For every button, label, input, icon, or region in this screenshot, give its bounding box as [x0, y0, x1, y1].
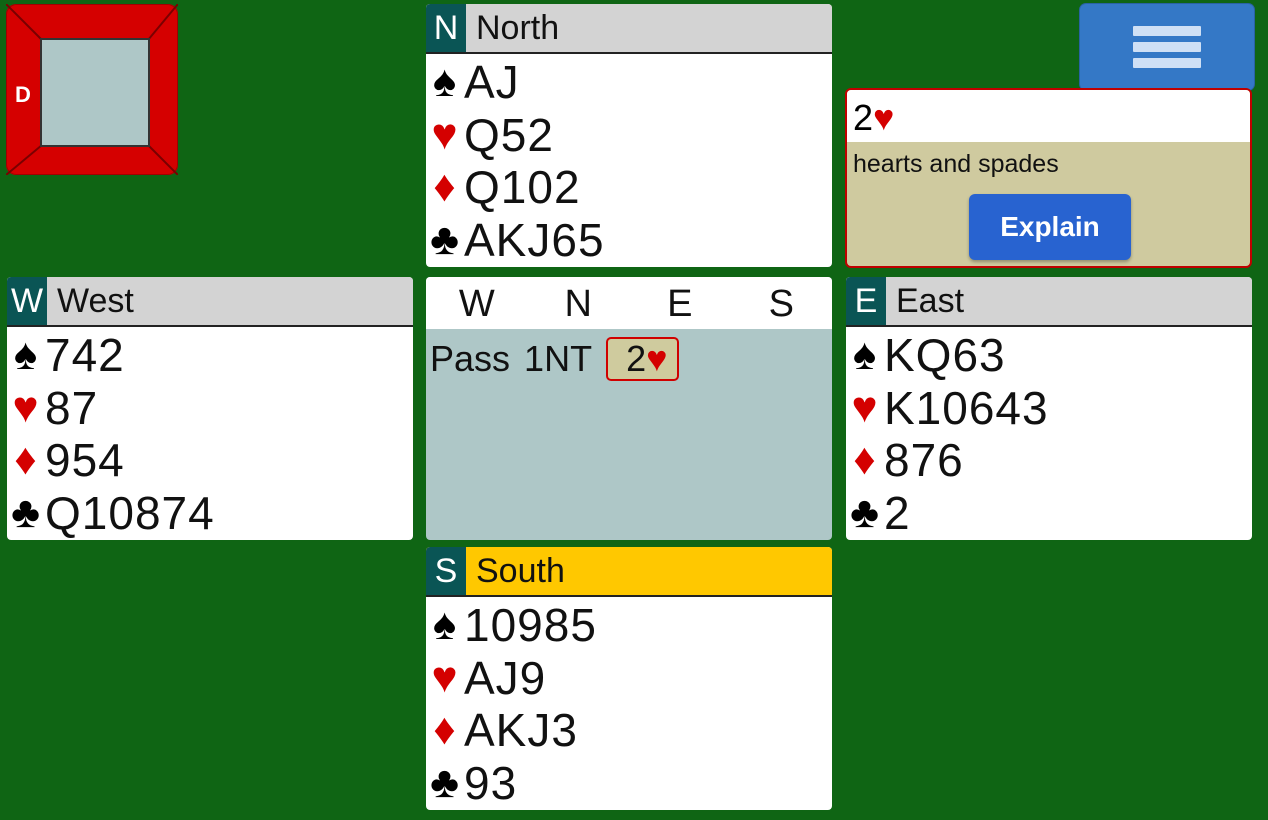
- heart-icon: ♥: [851, 382, 879, 432]
- auction-col-north: N: [564, 283, 592, 325]
- cards-clubs: Q10874: [45, 486, 215, 539]
- hand-south: S South ♠ 10985 ♥ AJ9 ♦ AKJ3 ♣ 93: [426, 547, 832, 810]
- heart-icon: ♥: [646, 338, 668, 379]
- cards-spades: 742: [45, 329, 125, 382]
- seat-letter: N: [426, 4, 466, 52]
- auction-header: W N E S: [426, 277, 832, 329]
- heart-icon: ♥: [431, 652, 459, 702]
- club-icon: ♣: [430, 757, 460, 807]
- hand-west: W West ♠ 742 ♥ 87 ♦ 954 ♣ Q10874: [7, 277, 413, 540]
- seat-letter: W: [7, 277, 47, 325]
- suit-row-hearts: ♥ Q52: [426, 109, 832, 162]
- auction-col-south: S: [768, 283, 794, 325]
- explain-button[interactable]: Explain: [969, 194, 1131, 260]
- selected-bid: 2♥: [847, 90, 1250, 142]
- bid-call[interactable]: 1NT: [524, 337, 592, 381]
- cards-diamonds: AKJ3: [464, 704, 578, 757]
- suit-row-clubs: ♣ 2: [846, 487, 1252, 540]
- board-indicator: D: [6, 4, 178, 175]
- auction-bids: Pass 1NT 2♥: [426, 329, 832, 381]
- suit-row-diamonds: ♦ 954: [7, 434, 413, 487]
- spade-icon: ♠: [432, 57, 458, 107]
- suit-row-spades: ♠ 742: [7, 329, 413, 382]
- cards-diamonds: 876: [884, 434, 964, 487]
- cards-clubs: 93: [464, 756, 518, 809]
- heart-icon: ♥: [12, 382, 40, 432]
- auction-col-east: E: [667, 283, 693, 325]
- hand-header-active: S South: [426, 547, 832, 597]
- suit-row-hearts: ♥ K10643: [846, 382, 1252, 435]
- cards-spades: KQ63: [884, 329, 1006, 382]
- suit-row-clubs: ♣ Q10874: [7, 487, 413, 540]
- cards-spades: 10985: [464, 599, 597, 652]
- suit-row-hearts: ♥ AJ9: [426, 652, 832, 705]
- cards-diamonds: 954: [45, 434, 125, 487]
- suit-row-spades: ♠ KQ63: [846, 329, 1252, 382]
- cards-diamonds: Q102: [464, 161, 581, 214]
- spade-icon: ♠: [852, 330, 878, 380]
- diamond-icon: ♦: [433, 705, 457, 755]
- hand-north: N North ♠ AJ ♥ Q52 ♦ Q102 ♣ AKJ65: [426, 4, 832, 267]
- cards-hearts: K10643: [884, 381, 1049, 434]
- hamburger-menu-icon: [1133, 20, 1201, 74]
- diamond-icon: ♦: [14, 435, 38, 485]
- bid-level: 2: [853, 97, 874, 138]
- suit-row-clubs: ♣ 93: [426, 757, 832, 810]
- spade-icon: ♠: [13, 330, 39, 380]
- bid-call[interactable]: Pass: [430, 337, 510, 381]
- menu-button[interactable]: [1080, 4, 1254, 90]
- suit-row-clubs: ♣ AKJ65: [426, 214, 832, 267]
- cards-hearts: AJ9: [464, 651, 547, 704]
- suit-row-diamonds: ♦ Q102: [426, 161, 832, 214]
- seat-name: South: [476, 551, 565, 590]
- bid-level: 2: [626, 338, 647, 379]
- cards-spades: AJ: [464, 56, 520, 109]
- seat-name: West: [57, 281, 134, 320]
- heart-icon: ♥: [873, 97, 895, 138]
- club-icon: ♣: [430, 214, 460, 264]
- seat-letter: S: [426, 547, 466, 595]
- dealer-marker: D: [15, 82, 31, 107]
- auction-col-west: W: [458, 283, 495, 325]
- suit-row-spades: ♠ 10985: [426, 599, 832, 652]
- suit-row-diamonds: ♦ AKJ3: [426, 704, 832, 757]
- hand-header: N North: [426, 4, 832, 54]
- hand-east: E East ♠ KQ63 ♥ K10643 ♦ 876 ♣ 2: [846, 277, 1252, 540]
- club-icon: ♣: [11, 487, 41, 537]
- suit-row-spades: ♠ AJ: [426, 56, 832, 109]
- heart-icon: ♥: [431, 109, 459, 159]
- diamond-icon: ♦: [853, 435, 877, 485]
- cards-clubs: 2: [884, 486, 911, 539]
- auction-box: W N E S Pass 1NT 2♥: [426, 277, 832, 540]
- seat-letter: E: [846, 277, 886, 325]
- spade-icon: ♠: [432, 600, 458, 650]
- bid-call-selected[interactable]: 2♥: [606, 337, 680, 381]
- club-icon: ♣: [850, 487, 880, 537]
- hand-header: W West: [7, 277, 413, 327]
- seat-name: North: [476, 8, 560, 47]
- cards-hearts: Q52: [464, 108, 554, 161]
- suit-row-diamonds: ♦ 876: [846, 434, 1252, 487]
- bid-meaning: hearts and spades: [853, 150, 1059, 178]
- suit-row-hearts: ♥ 87: [7, 382, 413, 435]
- diamond-icon: ♦: [433, 162, 457, 212]
- bid-explanation-panel: 2♥ hearts and spades Explain: [845, 88, 1252, 268]
- cards-clubs: AKJ65: [464, 213, 605, 266]
- seat-name: East: [896, 281, 965, 320]
- cards-hearts: 87: [45, 381, 99, 434]
- hand-header: E East: [846, 277, 1252, 327]
